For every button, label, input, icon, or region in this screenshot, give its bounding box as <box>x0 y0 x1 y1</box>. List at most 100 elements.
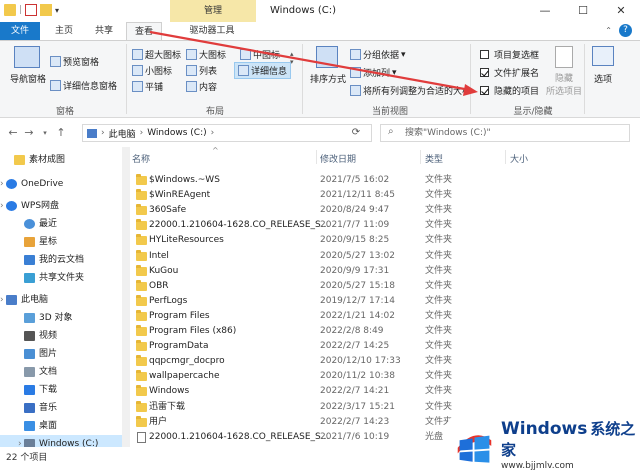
file-row[interactable]: Intel 2020/5/27 13:02 文件夹 <box>130 249 640 264</box>
nav-item-7[interactable]: › 此电脑 <box>0 291 122 309</box>
cube-icon <box>24 313 35 323</box>
video-icon <box>24 331 35 341</box>
search-icon: ⌕ <box>388 126 394 137</box>
nav-item-3[interactable]: 最近 <box>0 215 122 233</box>
file-row[interactable]: 迅雷下载 2022/3/17 15:21 文件夹 <box>130 400 640 415</box>
folder-icon <box>136 370 147 382</box>
nav-item-5[interactable]: 我的云文档 <box>0 251 122 269</box>
file-name: 22000.1.210604-1628.CO_RELEASE_S... <box>149 431 330 442</box>
file-date: 2021/7/7 11:09 <box>320 220 390 231</box>
file-name: PerfLogs <box>149 295 188 306</box>
nav-item-11[interactable]: 文档 <box>0 363 122 381</box>
expand-chevron-icon[interactable]: › <box>0 291 4 309</box>
navigation-pane: 素材成图 › OneDrive › WPS网盘最近星标 我的云文档 共享文件夹 › 此电脑 3D … <box>0 147 122 447</box>
file-date: 2020/5/27 13:02 <box>320 250 395 261</box>
music-icon <box>24 403 35 413</box>
file-row[interactable]: $WinREAgent 2021/12/11 8:45 文件夹 <box>130 188 640 203</box>
file-date: 2022/2/7 14:25 <box>320 341 390 352</box>
folder-icon <box>136 219 147 231</box>
file-row[interactable]: 22000.1.210604-1628.CO_RELEASE_S... 2021/… <box>130 218 640 233</box>
nav-item-8[interactable]: 3D 对象 <box>0 309 122 327</box>
nav-item-6[interactable]: 共享文件夹 <box>0 269 122 287</box>
file-type: 文件夹 <box>425 175 453 185</box>
file-type: 文件夹 <box>425 386 453 397</box>
file-name: Program Files <box>149 310 210 321</box>
file-name: $Windows.~WS <box>149 175 220 185</box>
watermark: Windows 系统之家 www.bjjmlv.com <box>448 418 640 471</box>
recent-locations-icon[interactable]: ▾ <box>38 124 52 142</box>
file-type: 文件夹 <box>425 205 453 216</box>
column-header-name[interactable]: 名称 <box>132 152 150 165</box>
file-row[interactable]: PerfLogs 2019/12/7 17:14 文件夹 <box>130 294 640 309</box>
breadcrumb-sep: › <box>139 128 144 138</box>
column-header-type[interactable]: 类型 <box>425 152 443 165</box>
nav-item-label: 图片 <box>39 349 58 359</box>
file-date: 2022/2/8 8:49 <box>320 326 384 336</box>
refresh-button[interactable]: ⟳ <box>340 124 372 142</box>
file-type: 文件夹 <box>425 250 453 261</box>
column-divider[interactable] <box>420 150 421 164</box>
folder-icon <box>136 309 147 321</box>
folder-icon <box>136 385 147 397</box>
expand-chevron-icon[interactable]: › <box>0 197 4 215</box>
forward-button[interactable]: → <box>22 124 36 142</box>
file-row[interactable]: wallpapercache 2020/11/2 10:38 文件夹 <box>130 369 640 384</box>
up-button[interactable]: ↑ <box>54 124 68 142</box>
nav-item-15[interactable]: › Windows (C:) <box>0 435 122 447</box>
watermark-brand: Windows <box>500 418 588 439</box>
folder-icon <box>136 325 147 336</box>
file-row[interactable]: Program Files (x86) 2022/2/8 8:49 文件夹 <box>130 324 640 339</box>
file-row[interactable]: $Windows.~WS 2021/7/5 16:02 文件夹 <box>130 173 640 188</box>
file-type: 文件夹 <box>425 280 453 291</box>
folder-icon <box>136 415 147 427</box>
search-input[interactable]: 搜索"Windows (C:)" <box>380 124 630 142</box>
file-type: 文件夹 <box>425 326 453 336</box>
breadcrumb-windows-c[interactable]: Windows (C:) <box>147 128 206 138</box>
file-date: 2019/12/7 17:14 <box>320 295 395 306</box>
file-name: ProgramData <box>149 341 209 352</box>
file-row[interactable]: Program Files 2022/1/21 14:02 文件夹 <box>130 309 640 324</box>
star-icon <box>24 237 35 247</box>
nav-item-2[interactable]: › WPS网盘 <box>0 197 122 215</box>
nav-item-label: 桌面 <box>39 421 58 431</box>
computer-icon <box>6 295 17 305</box>
file-row[interactable]: qqpcmgr_docpro 2020/12/10 17:33 文件夹 <box>130 354 640 369</box>
column-header-size[interactable]: 大小 <box>510 152 528 165</box>
column-header-date[interactable]: 修改日期 <box>320 152 356 165</box>
desktop-icon <box>24 421 35 431</box>
column-divider[interactable] <box>505 150 506 164</box>
file-row[interactable]: KuGou 2020/9/9 17:31 文件夹 <box>130 264 640 279</box>
nav-item-label: 此电脑 <box>21 295 49 305</box>
file-row[interactable]: Windows 2022/2/7 14:21 文件夹 <box>130 384 640 399</box>
file-row[interactable]: OBR 2020/5/27 15:18 文件夹 <box>130 279 640 294</box>
breadcrumb-this-pc[interactable]: 此电脑 <box>109 127 136 140</box>
expand-chevron-icon[interactable]: › <box>0 175 4 193</box>
nav-item-14[interactable]: 桌面 <box>0 417 122 435</box>
file-type: 文件夹 <box>425 310 453 321</box>
expand-chevron-icon[interactable]: › <box>18 435 22 447</box>
file-row[interactable]: 360Safe 2020/8/24 9:47 文件夹 <box>130 203 640 218</box>
file-row[interactable]: HYLiteResources 2020/9/15 8:25 文件夹 <box>130 233 640 248</box>
file-date: 2021/12/11 8:45 <box>320 190 395 201</box>
download-icon <box>24 385 35 395</box>
nav-item-4[interactable]: 星标 <box>0 233 122 251</box>
column-divider[interactable] <box>316 150 317 164</box>
file-type: 光盘 <box>425 431 444 442</box>
nav-item-9[interactable]: 视频 <box>0 327 122 345</box>
file-row[interactable]: ProgramData 2022/2/7 14:25 文件夹 <box>130 339 640 354</box>
file-name: wallpapercache <box>149 371 220 382</box>
nav-item-12[interactable]: 下载 <box>0 381 122 399</box>
nav-item-0[interactable]: 素材成图 <box>0 151 122 169</box>
nav-item-label: 最近 <box>39 219 58 229</box>
address-bar[interactable]: › 此电脑 › Windows (C:) › <box>82 124 372 142</box>
file-type: 文件夹 <box>425 295 453 306</box>
nav-item-10[interactable]: 图片 <box>0 345 122 363</box>
nav-item-13[interactable]: 音乐 <box>0 399 122 417</box>
nav-item-1[interactable]: › OneDrive <box>0 175 122 193</box>
item-count: 22 个项目 <box>6 453 48 463</box>
file-type: 文件夹 <box>425 401 453 412</box>
back-button[interactable]: ← <box>6 124 20 142</box>
nav-scrollbar[interactable] <box>122 147 130 447</box>
file-name: Intel <box>149 250 169 261</box>
folder-icon <box>136 204 147 216</box>
